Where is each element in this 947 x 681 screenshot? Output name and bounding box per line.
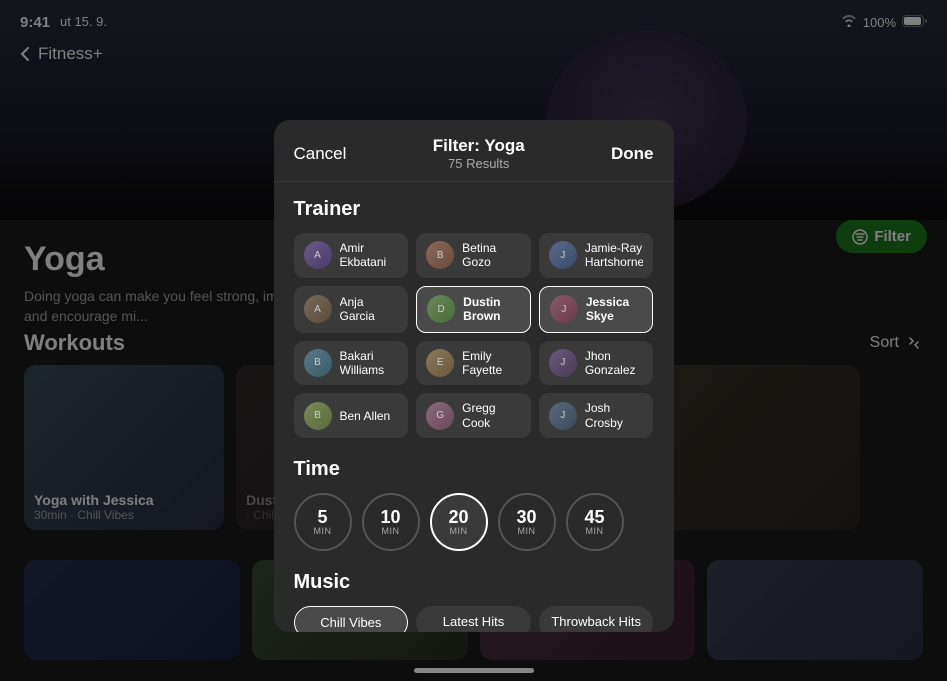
trainer-avatar-9: B (304, 402, 332, 430)
trainer-item-0[interactable]: A Amir Ekbatani (294, 233, 409, 278)
trainer-item-7[interactable]: E Emily Fayette (416, 341, 531, 386)
time-unit-1: MIN (382, 526, 400, 536)
cancel-button[interactable]: Cancel (294, 144, 347, 164)
trainer-item-9[interactable]: B Ben Allen (294, 393, 409, 438)
trainer-avatar-0: A (304, 241, 332, 269)
modal-header: Cancel Filter: Yoga 75 Results Done (274, 120, 674, 182)
time-section-label: Time (294, 458, 654, 481)
trainer-item-3[interactable]: A Anja Garcia (294, 286, 409, 333)
music-grid: Chill VibesLatest HitsThrowback HitsEver… (294, 606, 654, 632)
music-section: Music Chill Vibes Latest Hits Throwback Hi… (294, 571, 654, 632)
time-option-5[interactable]: 5 MIN (294, 493, 352, 551)
trainer-name-4: Dustin Brown (463, 295, 520, 324)
home-indicator (414, 668, 534, 673)
time-num-2: 20 (448, 508, 468, 526)
trainer-name-3: Anja Garcia (340, 295, 399, 324)
modal-body: Trainer AAmir EkbataniBBetina GozoJJamie… (274, 182, 674, 632)
music-item-2[interactable]: Throwback Hits (539, 606, 654, 632)
modal-title-block: Filter: Yoga 75 Results (433, 136, 525, 171)
time-unit-4: MIN (586, 526, 604, 536)
trainer-name-8: Jhon Gonzalez (585, 349, 644, 378)
done-button[interactable]: Done (611, 144, 654, 164)
trainer-avatar-4: D (427, 295, 455, 323)
time-unit-3: MIN (518, 526, 536, 536)
trainer-avatar-6: B (304, 349, 332, 377)
filter-modal: Cancel Filter: Yoga 75 Results Done Trai… (274, 120, 674, 632)
time-option-30[interactable]: 30 MIN (498, 493, 556, 551)
time-option-45[interactable]: 45 MIN (566, 493, 624, 551)
time-num-0: 5 (317, 508, 327, 526)
trainer-name-10: Gregg Cook (462, 401, 521, 430)
trainer-name-11: Josh Crosby (585, 401, 644, 430)
trainer-name-5: Jessica Skye (586, 295, 643, 324)
modal-title: Filter: Yoga (433, 136, 525, 156)
trainer-avatar-7: E (426, 349, 454, 377)
trainer-avatar-3: A (304, 295, 332, 323)
time-option-20[interactable]: 20 MIN (430, 493, 488, 551)
trainer-avatar-2: J (549, 241, 577, 269)
trainer-item-10[interactable]: G Gregg Cook (416, 393, 531, 438)
time-option-10[interactable]: 10 MIN (362, 493, 420, 551)
trainer-item-6[interactable]: B Bakari Williams (294, 341, 409, 386)
trainer-avatar-5: J (550, 295, 578, 323)
trainer-name-9: Ben Allen (340, 409, 391, 423)
trainer-item-2[interactable]: J Jamie-Ray Hartshorne (539, 233, 654, 278)
trainer-grid: AAmir EkbataniBBetina GozoJJamie-Ray Har… (294, 233, 654, 438)
trainer-item-11[interactable]: J Josh Crosby (539, 393, 654, 438)
trainer-name-7: Emily Fayette (462, 349, 521, 378)
trainer-avatar-1: B (426, 241, 454, 269)
music-section-label: Music (294, 571, 654, 594)
time-unit-2: MIN (450, 526, 468, 536)
trainer-avatar-10: G (426, 402, 454, 430)
trainer-item-8[interactable]: J Jhon Gonzalez (539, 341, 654, 386)
time-num-1: 10 (380, 508, 400, 526)
trainer-item-5[interactable]: J Jessica Skye (539, 286, 654, 333)
trainer-name-2: Jamie-Ray Hartshorne (585, 241, 644, 270)
trainer-avatar-8: J (549, 349, 577, 377)
trainer-item-4[interactable]: D Dustin Brown (416, 286, 531, 333)
trainer-name-6: Bakari Williams (340, 349, 399, 378)
time-num-4: 45 (584, 508, 604, 526)
trainer-avatar-11: J (549, 402, 577, 430)
time-options: 5 MIN 10 MIN 20 MIN 30 MIN 45 MIN (294, 493, 654, 551)
trainer-section-label: Trainer (294, 198, 654, 221)
trainer-name-1: Betina Gozo (462, 241, 521, 270)
trainer-name-0: Amir Ekbatani (340, 241, 399, 270)
music-item-0[interactable]: Chill Vibes (294, 606, 409, 632)
trainer-item-1[interactable]: B Betina Gozo (416, 233, 531, 278)
time-unit-0: MIN (314, 526, 332, 536)
time-section: Time 5 MIN 10 MIN 20 MIN 30 MIN 45 MIN (294, 458, 654, 551)
time-num-3: 30 (516, 508, 536, 526)
modal-subtitle: 75 Results (433, 156, 525, 171)
music-item-1[interactable]: Latest Hits (416, 606, 531, 632)
